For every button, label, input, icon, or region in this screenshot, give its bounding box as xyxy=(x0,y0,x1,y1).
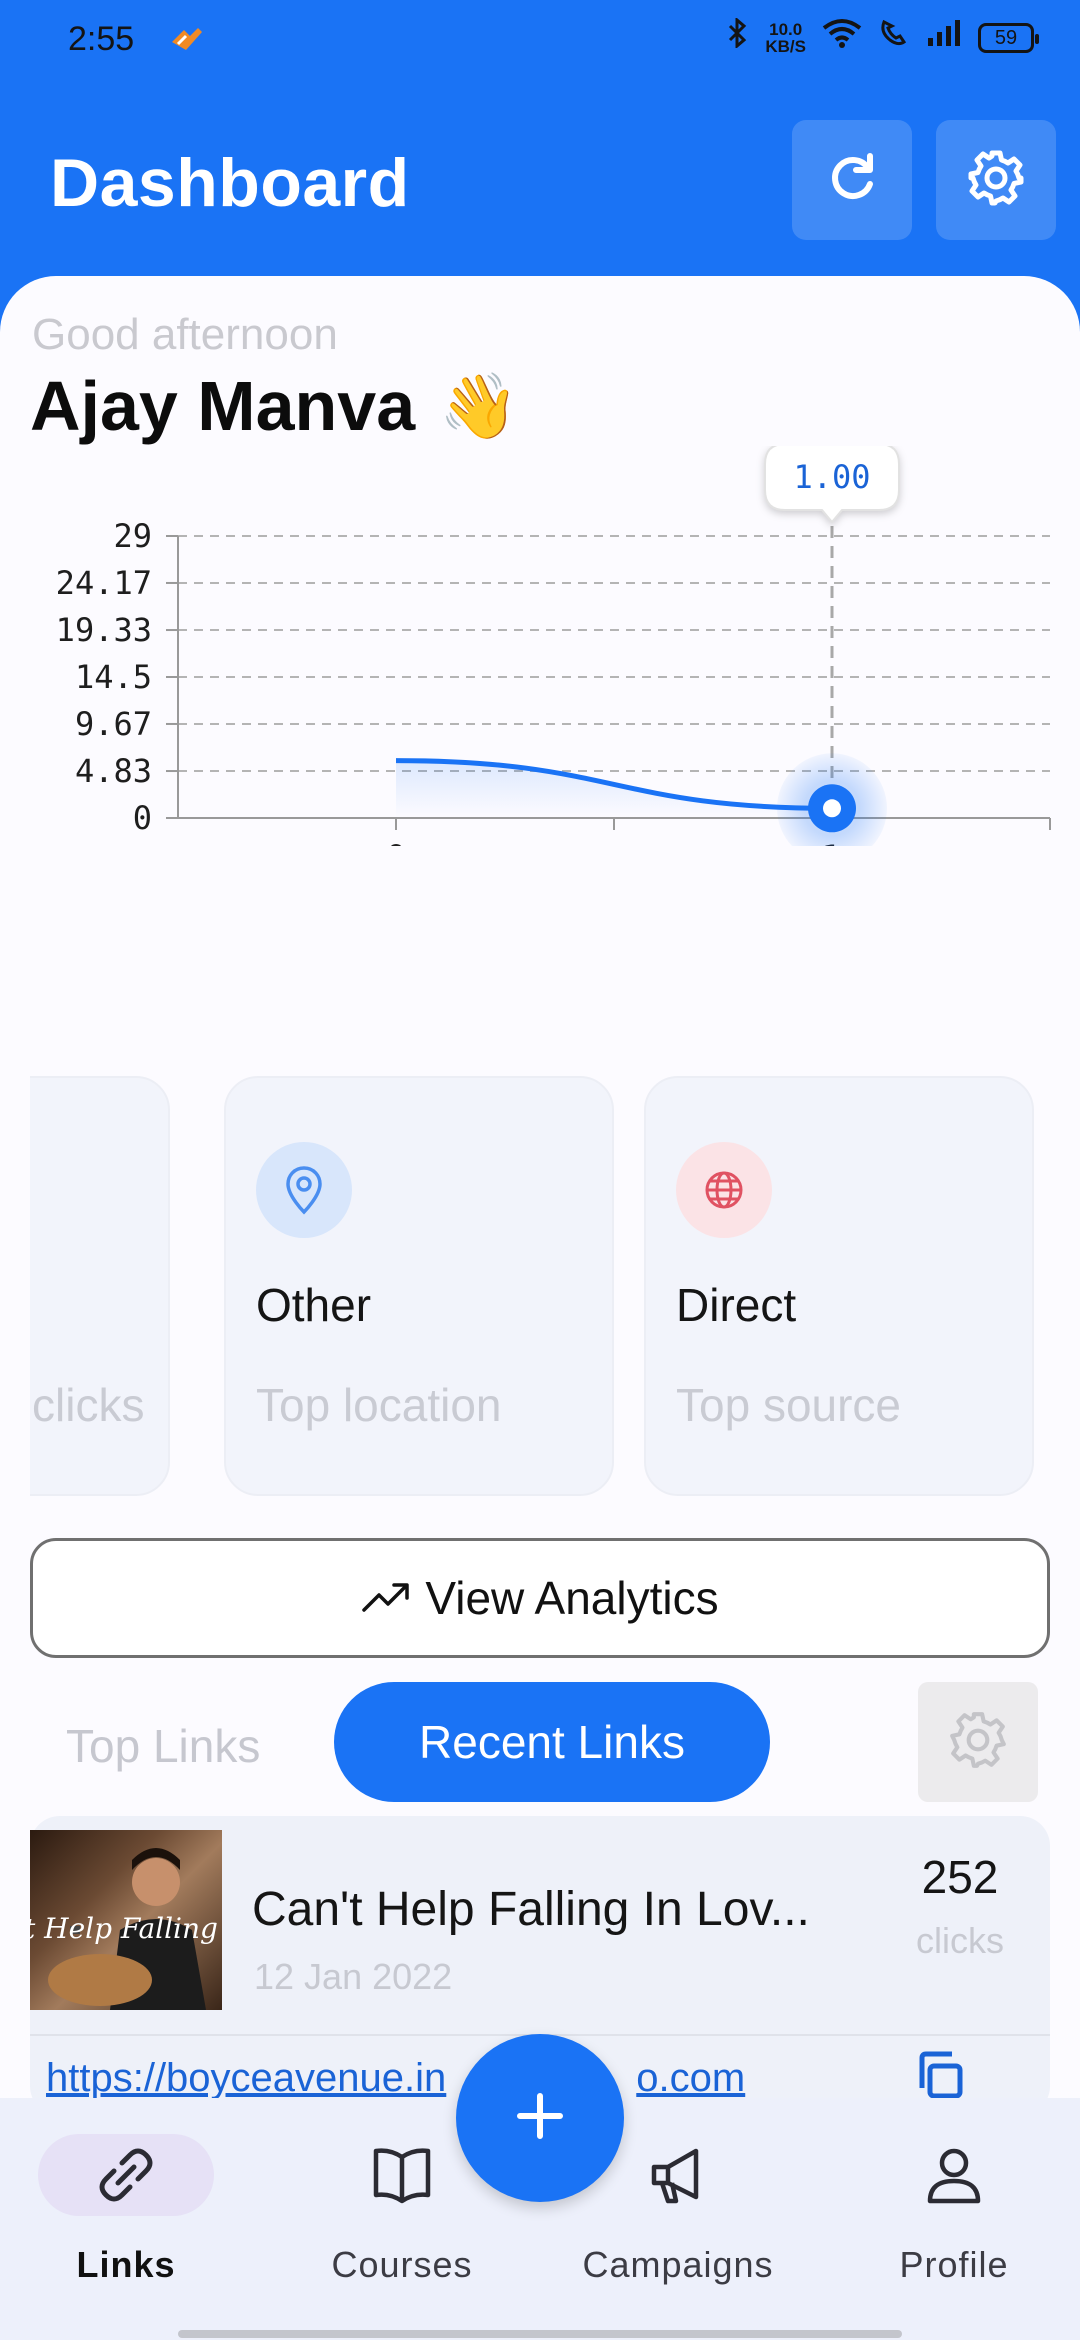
refresh-button[interactable] xyxy=(792,120,912,240)
view-analytics-button[interactable]: View Analytics xyxy=(30,1538,1050,1658)
link-url-start: https://boyceavenue.in xyxy=(46,2056,447,2100)
settings-button[interactable] xyxy=(936,120,1056,240)
thumbnail-caption: t Help Falling In xyxy=(30,1912,222,1945)
plus-icon xyxy=(512,2088,568,2149)
notification-icon xyxy=(168,24,204,65)
nav-links[interactable]: Links xyxy=(6,2134,246,2286)
user-name-text: Ajay Manva xyxy=(30,367,416,445)
stat-value: Direct xyxy=(676,1279,797,1331)
greeting-text: Good afternoon xyxy=(32,310,338,359)
clicks-chart: 04.839.6714.519.3324.1729011.00 xyxy=(56,446,1051,846)
gear-icon xyxy=(966,148,1026,213)
link-clicks-label: clicks xyxy=(916,1920,1004,1961)
link-title: Can't Help Falling In Lov... xyxy=(252,1883,810,1936)
status-bar: 2:55 10.0 KB/S 59 xyxy=(0,0,1080,84)
stat-card-top-location[interactable]: Other Top location xyxy=(224,1076,614,1496)
view-analytics-label: View Analytics xyxy=(425,1572,719,1624)
person-icon xyxy=(866,2134,1042,2216)
battery-indicator: 59 xyxy=(978,22,1039,53)
link-url-end: o.com xyxy=(636,2056,746,2100)
stats-carousel[interactable]: clicks Other Top location Direct Top sou… xyxy=(30,1076,1050,1496)
page-title: Dashboard xyxy=(50,145,410,221)
tooltip-value: 1.00 xyxy=(793,458,870,496)
y-tick-label: 4.83 xyxy=(75,752,152,790)
tab-recent-label: Recent Links xyxy=(419,1716,685,1768)
link-thumbnail: t Help Falling In xyxy=(30,1830,222,2010)
stat-label: Top source xyxy=(676,1379,902,1431)
series-area xyxy=(396,760,832,818)
y-tick-label: 14.5 xyxy=(75,658,152,696)
y-tick-label: 19.33 xyxy=(56,611,152,649)
network-speed-unit: KB/S xyxy=(765,36,806,56)
home-indicator xyxy=(178,2330,902,2338)
links-settings-button[interactable] xyxy=(918,1682,1038,1802)
add-link-button[interactable] xyxy=(456,2034,624,2202)
nav-profile[interactable]: Profile xyxy=(834,2134,1074,2286)
call-icon xyxy=(878,18,910,57)
trending-up-icon xyxy=(361,1571,411,1625)
signal-icon xyxy=(926,18,962,57)
stat-label: clicks xyxy=(32,1379,145,1431)
nav-courses-label: Courses xyxy=(331,2244,473,2285)
wifi-icon xyxy=(822,18,862,57)
network-speed-value: 10.0 xyxy=(769,19,803,39)
nav-profile-label: Profile xyxy=(899,2244,1009,2285)
tab-recent-links[interactable]: Recent Links xyxy=(334,1682,770,1802)
x-tick-label: 0 xyxy=(386,838,406,846)
gear-icon xyxy=(947,1709,1009,1776)
bluetooth-icon xyxy=(727,16,749,57)
y-tick-label: 29 xyxy=(113,517,152,555)
status-icons: 10.0 KB/S 59 xyxy=(727,16,1039,57)
stat-value: Other xyxy=(256,1279,372,1331)
app-header: Dashboard xyxy=(0,84,1080,284)
nav-links-label: Links xyxy=(76,2244,176,2285)
stat-card-top-source[interactable]: Direct Top source xyxy=(644,1076,1034,1496)
stat-label: Top location xyxy=(256,1379,502,1431)
y-tick-label: 24.17 xyxy=(56,564,152,602)
network-speed: 10.0 KB/S xyxy=(765,21,806,55)
link-click-count: 252 xyxy=(921,1851,999,1903)
nav-campaigns-label: Campaigns xyxy=(582,2244,774,2285)
wave-emoji: 👋 xyxy=(439,369,519,442)
link-icon xyxy=(38,2134,214,2216)
tab-top-links[interactable]: Top Links xyxy=(66,1686,260,1806)
link-date: 12 Jan 2022 xyxy=(254,1956,453,1997)
y-tick-label: 9.67 xyxy=(75,705,152,743)
user-name: Ajay Manva 👋 xyxy=(30,366,519,446)
data-point-center xyxy=(823,799,841,818)
globe-icon xyxy=(676,1142,772,1238)
status-time: 2:55 xyxy=(68,20,135,58)
dashboard-sheet: Good afternoon Ajay Manva 👋 0 4.83 9.67 14.… xyxy=(0,276,1080,2340)
y-tick-label: 0 xyxy=(133,799,152,837)
map-pin-icon xyxy=(256,1142,352,1238)
refresh-icon xyxy=(824,150,880,211)
stat-card-clicks[interactable]: clicks xyxy=(30,1076,170,1496)
link-url[interactable]: https://boyceavenue.in o.com xyxy=(46,2056,745,2101)
